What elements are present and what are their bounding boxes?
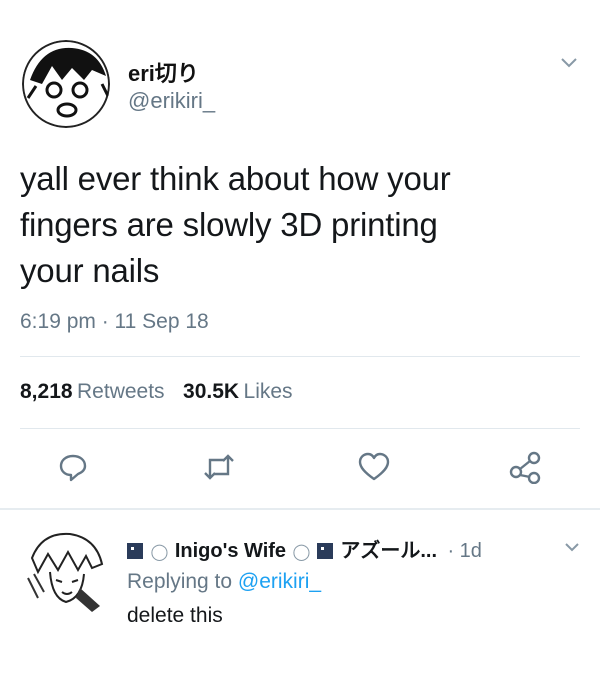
retweet-icon[interactable]	[202, 452, 236, 482]
tweet-timestamp[interactable]: 6:19 pm · 11 Sep 18	[20, 310, 209, 334]
share-icon[interactable]	[508, 450, 542, 484]
reply-display-name[interactable]: Inigo's Wife	[175, 540, 286, 562]
divider	[20, 356, 580, 357]
reply-name-suffix[interactable]: アズール...	[340, 540, 437, 562]
reply-text: delete this	[127, 604, 223, 627]
reply-age[interactable]: · 1d	[447, 540, 481, 562]
tweet-stats: 8,218 Retweets 30.5K Likes	[20, 380, 293, 404]
reply-options-chevron-icon[interactable]	[564, 540, 580, 558]
thread-separator	[0, 508, 600, 510]
tweet-display-name[interactable]: eri切り	[128, 56, 199, 88]
replying-to-label: Replying to	[127, 570, 233, 593]
retweets-label: Retweets	[77, 380, 165, 403]
likes-count: 30.5K	[183, 380, 240, 403]
tweet-handle[interactable]: @erikiri_	[128, 88, 215, 114]
galaxy-emoji-icon	[127, 543, 143, 559]
retweets-stat[interactable]: 8,218 Retweets	[20, 380, 169, 403]
reply-icon[interactable]	[58, 452, 88, 482]
ring-emoji-icon: ◯	[150, 544, 169, 561]
retweets-count: 8,218	[20, 380, 73, 403]
heart-icon[interactable]	[358, 452, 390, 482]
ring-emoji-icon: ◯	[292, 544, 311, 561]
divider	[20, 428, 580, 429]
tweet-text-line: your nails	[20, 252, 160, 289]
replying-to-handle-link[interactable]: @erikiri_	[238, 570, 321, 593]
tweet-text-line: yall ever think about how your	[20, 160, 451, 197]
tweet-text-line: fingers are slowly 3D printing	[20, 206, 438, 243]
tweet-author-avatar[interactable]	[22, 40, 110, 128]
reply-header: ◯ Inigo's Wife ◯ アズール... · 1d	[127, 534, 482, 563]
tweet-options-chevron-icon[interactable]	[560, 56, 578, 74]
likes-label: Likes	[243, 380, 293, 403]
replying-to: Replying to @erikiri_	[127, 570, 321, 594]
likes-stat[interactable]: 30.5K Likes	[183, 380, 293, 403]
tweet-text: yall ever think about how your fingers a…	[20, 156, 580, 294]
reply-author-avatar[interactable]	[22, 528, 108, 614]
galaxy-emoji-icon	[316, 543, 333, 559]
